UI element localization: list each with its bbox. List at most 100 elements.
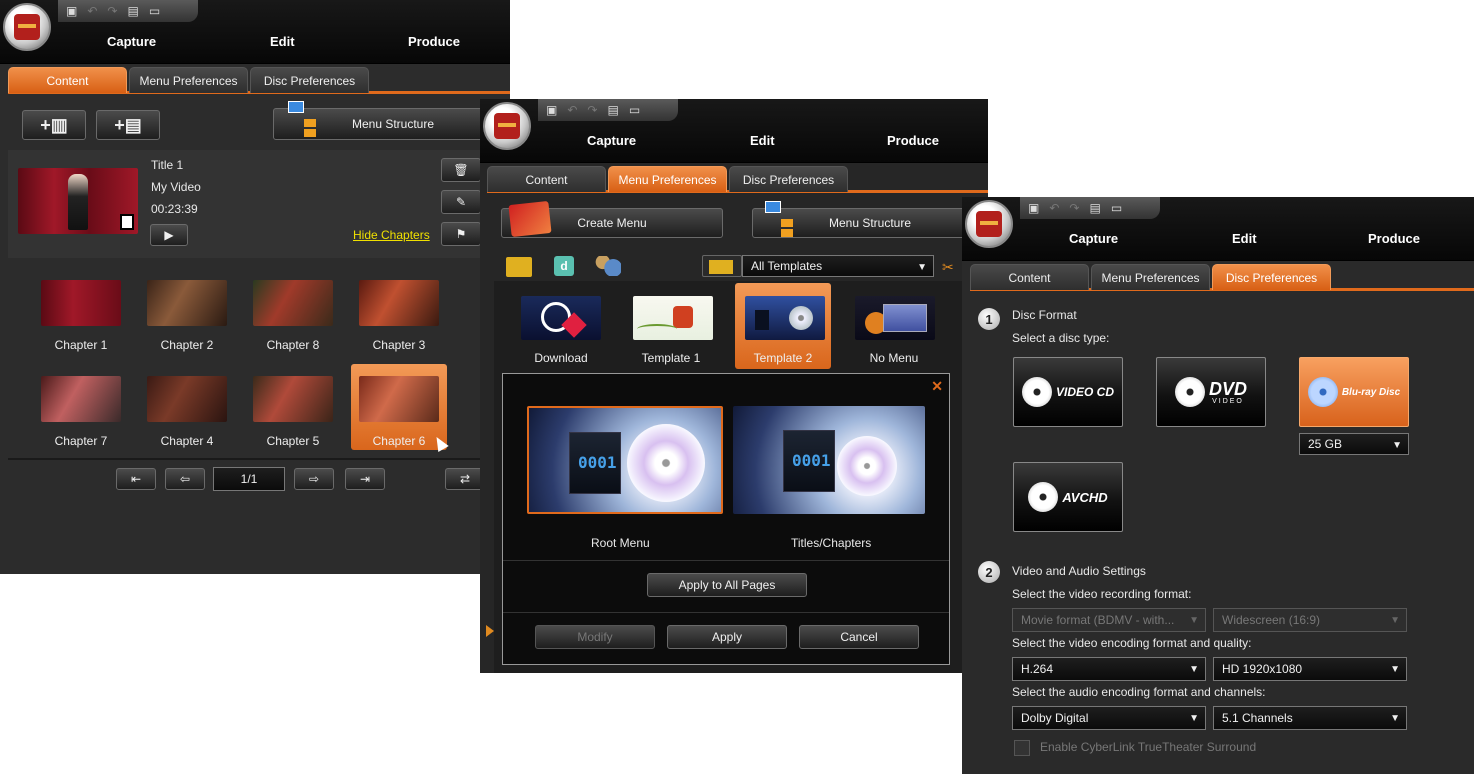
disc-type-bluray[interactable]: Blu-ray Disc: [1299, 357, 1409, 427]
nav-produce[interactable]: Produce: [408, 34, 460, 49]
save-icon[interactable]: ▣: [66, 5, 77, 17]
open-icon[interactable]: ▭: [149, 5, 160, 17]
redo-icon[interactable]: ↷: [107, 5, 117, 17]
nav-edit[interactable]: Edit: [750, 133, 775, 148]
chapter-thumbnail[interactable]: [147, 376, 227, 422]
nav-edit[interactable]: Edit: [270, 34, 295, 49]
nav-produce[interactable]: Produce: [1368, 231, 1420, 246]
tab-disc-preferences[interactable]: Disc Preferences: [729, 166, 848, 192]
dvd-label: DVD: [1208, 378, 1247, 399]
chapter-thumbnail[interactable]: [253, 280, 333, 326]
app-logo[interactable]: [965, 200, 1013, 248]
undo-icon[interactable]: ↶: [1049, 202, 1059, 214]
chapter-label: Chapter 8: [266, 338, 320, 352]
edit-title-button[interactable]: ✎: [441, 190, 481, 214]
first-page-button[interactable]: ⇤: [116, 468, 156, 490]
tab-disc-preferences[interactable]: Disc Preferences: [1212, 264, 1331, 290]
aspect-ratio-dropdown[interactable]: Widescreen (16:9) ▼: [1213, 608, 1407, 632]
app-logo[interactable]: [483, 102, 531, 150]
tab-bar: Content Menu Preferences Disc Preference…: [487, 165, 988, 193]
prev-page-button[interactable]: ⇦: [165, 468, 205, 490]
gift-icon[interactable]: ✂: [942, 259, 954, 276]
apply-all-pages-button[interactable]: Apply to All Pages: [647, 573, 807, 597]
cancel-button[interactable]: Cancel: [799, 625, 919, 649]
trash-icon: 🗑: [453, 163, 469, 177]
capacity-dropdown[interactable]: 25 GB ▼: [1299, 433, 1409, 455]
delete-button[interactable]: 🗑: [441, 158, 481, 182]
new-icon[interactable]: ▤: [607, 104, 618, 116]
tab-content[interactable]: Content: [970, 264, 1089, 290]
tab-disc-preferences[interactable]: Disc Preferences: [250, 67, 369, 93]
chapter-thumbnail[interactable]: [41, 376, 121, 422]
chapter-thumbnail[interactable]: [359, 376, 439, 422]
apply-button[interactable]: Apply: [667, 625, 787, 649]
open-icon[interactable]: ▭: [1111, 202, 1122, 214]
encoding-format-dropdown[interactable]: H.264 ▼: [1012, 657, 1206, 681]
add-slideshow-button[interactable]: +▤: [96, 110, 160, 140]
folder-import-icon[interactable]: [506, 257, 532, 277]
play-button[interactable]: ▶: [150, 224, 188, 246]
undo-icon[interactable]: ↶: [567, 104, 577, 116]
tab-content[interactable]: Content: [8, 67, 127, 93]
next-page-icon: ⇨: [308, 472, 320, 486]
root-menu-label: Root Menu: [591, 536, 650, 550]
chapter-thumbnail[interactable]: [147, 280, 227, 326]
video-quality-dropdown[interactable]: HD 1920x1080 ▼: [1213, 657, 1407, 681]
chapter-thumbnail[interactable]: [359, 280, 439, 326]
disc-type-avchd[interactable]: AVCHD: [1013, 462, 1123, 532]
chapter-thumbnail[interactable]: [41, 280, 121, 326]
folder-settings-icon[interactable]: [702, 255, 742, 277]
last-page-button[interactable]: ⇥: [345, 468, 385, 490]
nav-capture[interactable]: Capture: [107, 34, 156, 49]
expand-arrow-icon[interactable]: [486, 625, 494, 637]
nav-produce[interactable]: Produce: [887, 133, 939, 148]
hide-chapters-link[interactable]: Hide Chapters: [353, 228, 430, 242]
undo-icon[interactable]: ↶: [87, 5, 97, 17]
template-no-menu-thumb[interactable]: [855, 296, 935, 340]
titles-chapters-preview[interactable]: 0001: [733, 406, 925, 514]
next-page-button[interactable]: ⇨: [294, 468, 334, 490]
menu-structure-button[interactable]: Menu Structure: [273, 101, 510, 140]
create-menu-button[interactable]: Create Menu: [501, 200, 723, 238]
tab-content[interactable]: Content: [487, 166, 606, 192]
redo-icon[interactable]: ↷: [587, 104, 597, 116]
tab-menu-preferences[interactable]: Menu Preferences: [1091, 264, 1210, 290]
avchd-label: AVCHD: [1062, 489, 1108, 505]
disc-type-vcd[interactable]: VIDEO CD: [1013, 357, 1123, 427]
new-icon[interactable]: ▤: [1089, 202, 1100, 214]
recording-format-dropdown[interactable]: Movie format (BDMV - with... ▼: [1012, 608, 1206, 632]
template-filter-value: All Templates: [751, 259, 823, 273]
modify-button[interactable]: Modify: [535, 625, 655, 649]
truetheater-checkbox[interactable]: [1014, 740, 1030, 756]
template-1-thumb[interactable]: [633, 296, 713, 340]
disc-type-dvd[interactable]: DVD VIDEO: [1156, 357, 1266, 427]
audio-channels-dropdown[interactable]: 5.1 Channels ▼: [1213, 706, 1407, 730]
template-filter-dropdown[interactable]: All Templates ▼: [742, 255, 934, 277]
template-download-thumb[interactable]: [521, 296, 601, 340]
nav-edit[interactable]: Edit: [1232, 231, 1257, 246]
menu-structure-button[interactable]: Menu Structure: [752, 201, 988, 238]
close-icon[interactable]: ✕: [931, 378, 943, 395]
page-indicator: 1/1: [213, 467, 285, 491]
save-icon[interactable]: ▣: [546, 104, 557, 116]
chapter-thumbnail[interactable]: [253, 376, 333, 422]
nav-capture[interactable]: Capture: [1069, 231, 1118, 246]
open-icon[interactable]: ▭: [629, 104, 640, 116]
swap-button[interactable]: ⇄: [445, 468, 485, 490]
chapter-label: Chapter 5: [266, 434, 320, 448]
tab-menu-preferences[interactable]: Menu Preferences: [129, 67, 248, 93]
add-video-button[interactable]: +▥: [22, 110, 86, 140]
new-icon[interactable]: ▤: [127, 5, 138, 17]
save-icon[interactable]: ▣: [1028, 202, 1039, 214]
user-globe-icon[interactable]: [595, 256, 621, 276]
chapter-button[interactable]: ⚑: [441, 222, 481, 246]
app-logo[interactable]: [3, 3, 51, 51]
tab-menu-preferences[interactable]: Menu Preferences: [608, 166, 727, 192]
audio-format-dropdown[interactable]: Dolby Digital ▼: [1012, 706, 1206, 730]
root-menu-preview[interactable]: 0001: [527, 406, 723, 514]
template-2-thumb[interactable]: [745, 296, 825, 340]
title-thumbnail[interactable]: [18, 168, 138, 234]
redo-icon[interactable]: ↷: [1069, 202, 1079, 214]
nav-capture[interactable]: Capture: [587, 133, 636, 148]
dailymotion-icon[interactable]: d: [554, 256, 574, 276]
